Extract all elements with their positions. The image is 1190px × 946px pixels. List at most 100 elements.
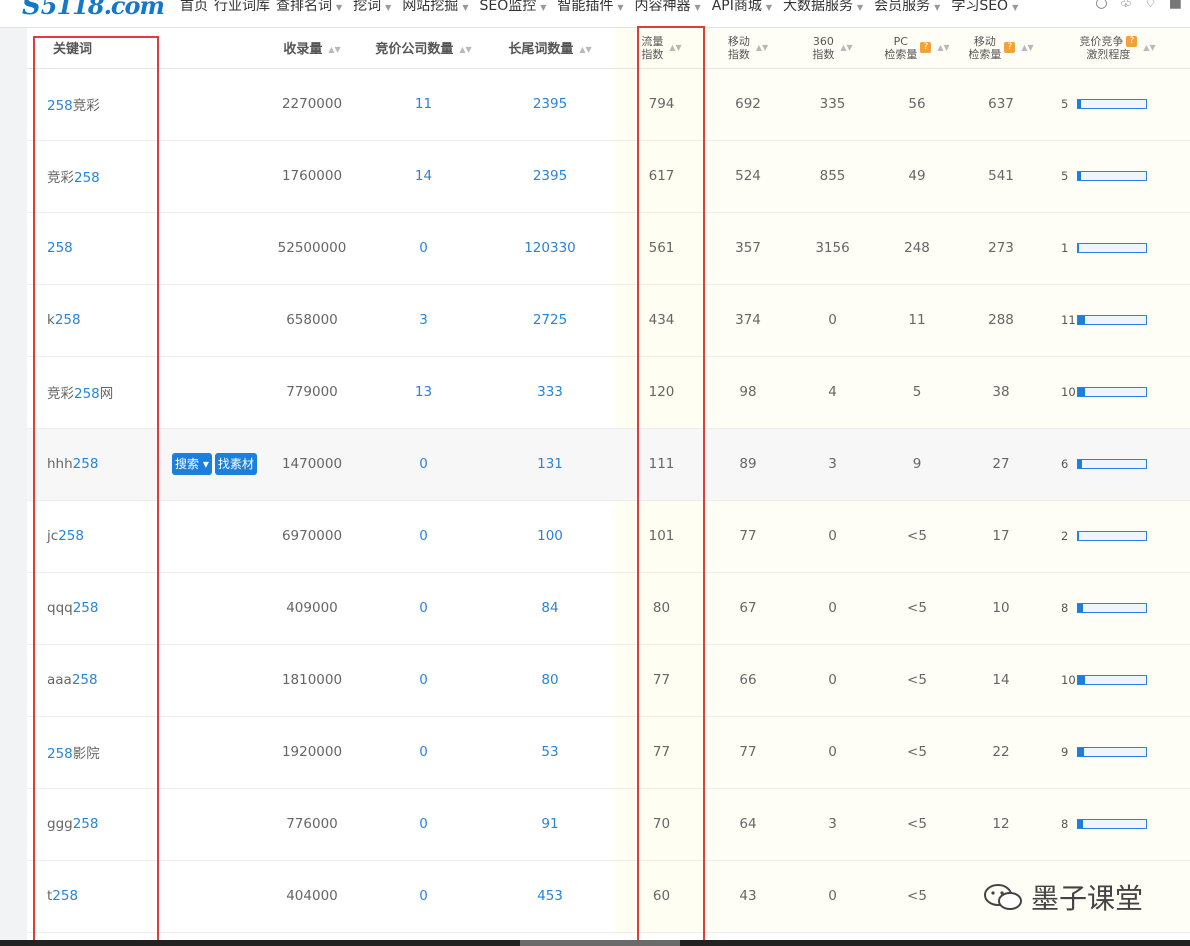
col-header-mobile-search[interactable]: 移动 检索量? ▲▼ (957, 28, 1045, 69)
long-tail-cell[interactable]: 91 (485, 788, 615, 861)
bid-companies-cell[interactable]: 0 (362, 212, 485, 285)
sort-icon[interactable]: ▲▼ (1143, 43, 1155, 52)
long-tail-cell[interactable]: 120330 (485, 212, 615, 285)
indexed-cell: 776000 (262, 788, 362, 861)
indexed-cell: 2270000 (262, 68, 362, 141)
main-nav: 首页 行业词库 查排名词 ▼ 挖词 ▼ 网站挖掘 ▼ SEO监控 ▼ 智能插件 ▼ 内容神… (180, 0, 1029, 15)
bid-companies-cell[interactable]: 3 (362, 284, 485, 357)
row-actions-cell (158, 500, 262, 573)
bid-companies-cell[interactable]: 0 (362, 500, 485, 573)
long-tail-cell[interactable]: 2395 (485, 68, 615, 141)
table-row: 258竞彩 2270000 11 2395 794 692 335 56 637 5 (27, 68, 1190, 141)
bid-companies-cell[interactable]: 0 (362, 716, 485, 789)
long-tail-cell[interactable]: 131 (485, 428, 615, 501)
help-icon[interactable]: ? (1004, 42, 1016, 54)
nav-item-site-mining[interactable]: 网站挖掘 ▼ (402, 0, 479, 15)
plugin-icon[interactable]: ♧ (1120, 0, 1133, 11)
highlight-box-keyword-column (33, 36, 159, 944)
nav-item-content-tools[interactable]: 内容神器 ▼ (635, 0, 712, 15)
row-actions-cell (158, 356, 262, 429)
nav-item-plugins[interactable]: 智能插件 ▼ (557, 0, 634, 15)
scrollbar-thumb[interactable] (520, 940, 680, 946)
col-header-indexed[interactable]: 收录量 ▲▼ (262, 28, 362, 69)
index-360-cell: 0 (788, 860, 877, 933)
table-row: hhh258 搜索 ▾ 找素材 1470000 0 131 111 89 3 9 27 6 (27, 428, 1190, 501)
long-tail-cell[interactable]: 2395 (485, 140, 615, 213)
table-row: qqq258 409000 0 84 80 67 0 <5 10 8 (27, 572, 1190, 645)
pc-search-cell: 5 (877, 356, 957, 429)
bid-competition-bar-fill (1078, 244, 1079, 252)
long-tail-cell[interactable]: 100 (485, 500, 615, 573)
bid-companies-cell[interactable]: 14 (362, 140, 485, 213)
bid-competition-cell: 10 (1045, 644, 1190, 717)
nav-item-rank[interactable]: 查排名词 ▼ (276, 0, 353, 15)
bid-companies-cell[interactable]: 0 (362, 788, 485, 861)
nav-item-api[interactable]: API商城 ▼ (712, 0, 783, 15)
nav-item-learn-seo[interactable]: 学习SEO ▼ (951, 0, 1029, 15)
index-360-cell: 3 (788, 788, 877, 861)
wechat-icon (984, 884, 1022, 910)
nav-item-home[interactable]: 首页 (180, 0, 214, 15)
long-tail-cell[interactable]: 80 (485, 644, 615, 717)
site-logo[interactable]: S5118.com (22, 0, 165, 21)
chevron-down-icon: ▼ (765, 3, 773, 12)
bid-competition-value: 6 (1061, 457, 1069, 471)
bid-companies-cell[interactable]: 0 (362, 860, 485, 933)
long-tail-cell[interactable]: 333 (485, 356, 615, 429)
bid-companies-cell[interactable]: 11 (362, 68, 485, 141)
col-header-long-tail[interactable]: 长尾词数量 ▲▼ (485, 28, 615, 69)
col-header-360-index[interactable]: 360 指数 ▲▼ (788, 28, 877, 69)
long-tail-cell[interactable]: 53 (485, 716, 615, 789)
row-actions-cell (158, 716, 262, 789)
long-tail-cell[interactable]: 453 (485, 860, 615, 933)
find-material-button[interactable]: 找素材 (214, 453, 257, 475)
nav-item-membership[interactable]: 会员服务 ▼ (874, 0, 951, 15)
sort-icon[interactable]: ▲▼ (840, 43, 852, 52)
avatar[interactable]: ■ (1169, 0, 1182, 11)
watermark-text: 墨子课堂 (1031, 882, 1144, 915)
index-360-cell: 335 (788, 68, 877, 141)
long-tail-cell[interactable]: 84 (485, 572, 615, 645)
col-header-bid-companies[interactable]: 竞价公司数量 ▲▼ (362, 28, 485, 69)
col-header-mobile-index[interactable]: 移动 指数 ▲▼ (708, 28, 788, 69)
bid-companies-cell[interactable]: 0 (362, 572, 485, 645)
sort-icon[interactable]: ▲▼ (328, 45, 340, 54)
keyword-table: 关键词 收录量 ▲▼ 竞价公司数量 ▲▼ 长尾词数量 ▲▼ 流量 指数 ▲▼ 移动 指数 ▲▼… (27, 28, 1190, 933)
mobile-index-cell: 64 (708, 788, 788, 861)
pc-search-cell: <5 (877, 644, 957, 717)
row-actions-cell (158, 212, 262, 285)
bid-companies-cell[interactable]: 13 (362, 356, 485, 429)
bid-competition-cell: 8 (1045, 788, 1190, 861)
index-360-cell: 0 (788, 716, 877, 789)
sort-icon[interactable]: ▲▼ (459, 45, 471, 54)
bid-competition-bar (1077, 819, 1147, 829)
search-icon[interactable]: ○ (1095, 0, 1107, 11)
bid-companies-cell[interactable]: 0 (362, 428, 485, 501)
bid-competition-value: 1 (1061, 241, 1069, 255)
nav-item-bigdata[interactable]: 大数据服务 ▼ (783, 0, 874, 15)
help-icon[interactable]: ? (920, 42, 932, 54)
sort-icon[interactable]: ▲▼ (1021, 43, 1033, 52)
sort-icon[interactable]: ▲▼ (579, 45, 591, 54)
row-actions-cell (158, 140, 262, 213)
indexed-cell: 1760000 (262, 140, 362, 213)
nav-item-dig-words[interactable]: 挖词 ▼ (353, 0, 402, 15)
long-tail-cell[interactable]: 2725 (485, 284, 615, 357)
pc-search-cell: 9 (877, 428, 957, 501)
bid-companies-cell[interactable]: 0 (362, 644, 485, 717)
horizontal-scrollbar[interactable] (0, 940, 1190, 946)
chevron-down-icon: ▼ (336, 3, 343, 12)
col-header-bid-competition[interactable]: 竞价竞争? 激烈程度 ▲▼ (1045, 28, 1190, 69)
nav-item-industry[interactable]: 行业词库 (214, 0, 276, 15)
sort-icon[interactable]: ▲▼ (756, 43, 768, 52)
indexed-cell: 1810000 (262, 644, 362, 717)
chevron-down-icon: ▼ (1012, 3, 1019, 12)
col-header-pc-search[interactable]: PC 检索量? ▲▼ (877, 28, 957, 69)
pc-search-cell: 49 (877, 140, 957, 213)
search-dropdown-button[interactable]: 搜索 ▾ (172, 453, 212, 475)
bid-competition-cell: 6 (1045, 428, 1190, 501)
nav-item-seo-monitor[interactable]: SEO监控 ▼ (479, 0, 557, 15)
bell-icon[interactable]: ♢ (1144, 0, 1157, 11)
help-icon[interactable]: ? (1126, 36, 1138, 48)
sort-icon[interactable]: ▲▼ (937, 43, 949, 52)
